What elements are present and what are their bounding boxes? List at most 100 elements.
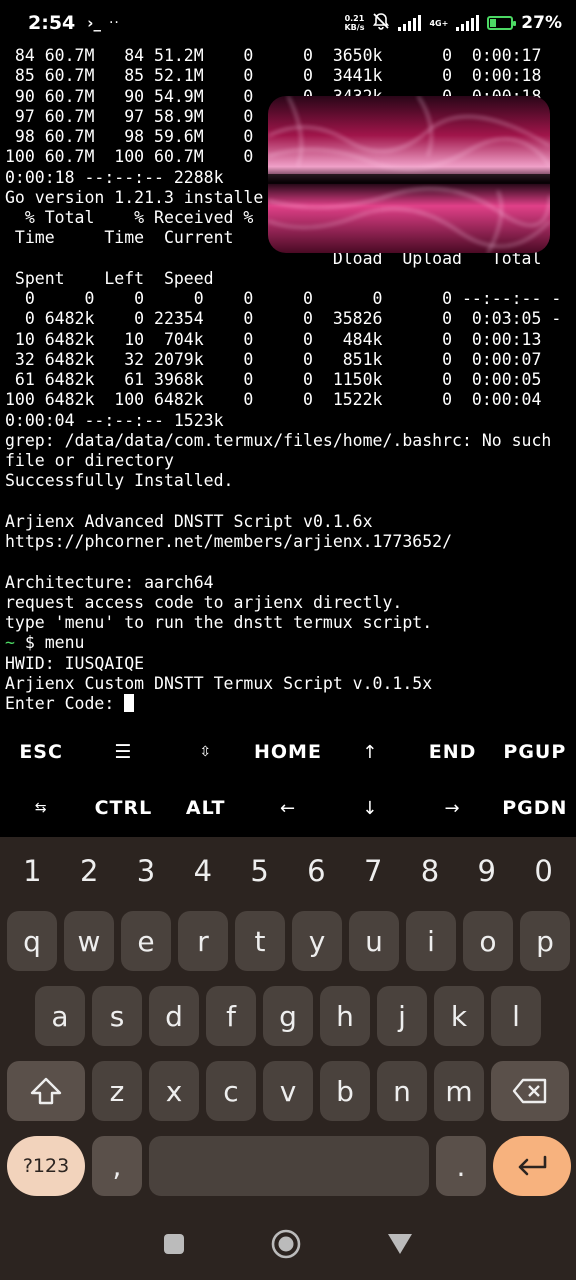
keyboard-row-1: qwertyuiop [7,911,570,971]
key-y[interactable]: y [292,911,342,971]
backspace-key[interactable] [491,1061,569,1121]
backspace-icon [512,1078,547,1104]
key-d[interactable]: d [149,986,199,1046]
esc-key[interactable]: ESC [0,724,82,780]
keyboard-row-3: zxcvbnm [7,1061,569,1121]
key-g[interactable]: g [263,986,313,1046]
key-i[interactable]: i [406,911,456,971]
shift-toggle-key[interactable]: ⇳ [165,724,247,780]
status-time: 2:54 [28,12,76,34]
picture-in-picture-video[interactable] [268,96,550,253]
period-key[interactable]: . [436,1136,486,1196]
terminal-line: 100 6482k 100 6482k 0 0 1522k 0 0:00:04 [5,390,542,410]
prompt-line: ~ $ menu [5,633,576,653]
terminal-line: 85 60.7M 85 52.1M 0 0 3441k 0 0:00:18 [5,66,542,86]
number-key-1[interactable]: 1 [4,837,61,905]
key-h[interactable]: h [320,986,370,1046]
left-arrow-key[interactable]: ← [247,780,329,836]
keyboard-row-4: ?123 , . [7,1136,571,1196]
terminal-line: https://phcorner.net/members/arjienx.177… [5,532,453,551]
key-p[interactable]: p [520,911,570,971]
symbols-key[interactable]: ?123 [7,1136,85,1196]
space-key[interactable] [149,1136,429,1196]
terminal-line: 10 6482k 10 704k 0 0 484k 0 0:00:13 [5,329,542,349]
terminal-line: Successfully Installed. [5,471,234,491]
terminal-line: Spent Left Speed [5,268,214,288]
end-key[interactable]: END [411,724,493,780]
terminal-line: 0 0 0 0 0 0 0 0 --:--:-- - [5,289,562,308]
number-key-0[interactable]: 0 [515,837,572,905]
pgup-key[interactable]: PGUP [494,724,576,780]
key-n[interactable]: n [377,1061,427,1121]
alt-key[interactable]: ALT [165,780,247,836]
right-arrow-key[interactable]: → [411,780,493,836]
key-u[interactable]: u [349,911,399,971]
soft-keyboard: 1234567890 qwertyuiop asdfghjkl zxcvbnm … [0,837,576,1207]
terminal-line: Architecture: aarch64 [5,572,214,592]
terminal-after-lines: HWID: IUSQAIQE Arjienx Custom DNSTT Termu… [5,654,576,695]
terminal-line: file or directory [5,451,174,470]
comma-key[interactable]: , [92,1136,142,1196]
number-key-3[interactable]: 3 [118,837,175,905]
key-k[interactable]: k [434,986,484,1046]
terminal-line: grep: /data/data/com.termux/files/home/.… [5,430,552,450]
number-key-7[interactable]: 7 [345,837,402,905]
number-key-2[interactable]: 2 [61,837,118,905]
key-s[interactable]: s [92,986,142,1046]
back-button-icon[interactable] [387,1233,413,1255]
terminal-line: request access code to arjienx directly. [5,592,403,612]
terminal-notification-icon: ›_ [87,14,101,32]
key-w[interactable]: w [64,911,114,971]
up-arrow-key[interactable]: ↑ [329,724,411,780]
terminal-line: 32 6482k 32 2079k 0 0 851k 0 0:00:07 [5,349,542,369]
home-button-icon[interactable] [270,1228,302,1260]
key-f[interactable]: f [206,986,256,1046]
keyboard-row-3-letters: zxcvbnm [92,1061,484,1121]
key-b[interactable]: b [320,1061,370,1121]
menu-key[interactable]: ☰ [82,724,164,780]
number-key-5[interactable]: 5 [231,837,288,905]
signal-strength-icon [398,15,422,31]
recents-button-icon[interactable] [163,1233,185,1255]
number-key-9[interactable]: 9 [458,837,515,905]
terminal-line: 61 6482k 61 3968k 0 0 1150k 0 0:00:05 [5,370,542,389]
key-r[interactable]: r [178,911,228,971]
number-key-4[interactable]: 4 [174,837,231,905]
key-t[interactable]: t [235,911,285,971]
pgdn-key[interactable]: PGDN [494,780,576,836]
extra-keys-row-2: ⇆ CTRL ALT ← ↓ → PGDN [0,780,576,836]
home-key[interactable]: HOME [247,724,329,780]
tab-key[interactable]: ⇆ [0,780,82,836]
status-bar: 2:54 ›_ ·· 0.21 KB/s 4G+ 27% [0,0,576,46]
key-c[interactable]: c [206,1061,256,1121]
ctrl-key[interactable]: CTRL [82,780,164,836]
navigation-bar [0,1207,576,1280]
more-notifications-icon: ·· [108,15,120,31]
key-q[interactable]: q [7,911,57,971]
number-key-8[interactable]: 8 [402,837,459,905]
key-e[interactable]: e [121,911,171,971]
terminal-line: Arjienx Advanced DNSTT Script v0.1.6x [5,511,373,531]
key-z[interactable]: z [92,1061,142,1121]
network-speed: 0.21 KB/s [344,14,364,32]
battery-fill [490,19,497,27]
key-j[interactable]: j [377,986,427,1046]
input-prompt: Enter Code: [5,694,125,713]
input-line[interactable]: Enter Code: [5,694,576,714]
key-a[interactable]: a [35,986,85,1046]
down-arrow-key[interactable]: ↓ [329,780,411,836]
key-o[interactable]: o [463,911,513,971]
enter-key[interactable] [493,1136,571,1196]
key-x[interactable]: x [149,1061,199,1121]
shift-key[interactable] [7,1061,85,1121]
key-l[interactable]: l [491,986,541,1046]
key-v[interactable]: v [263,1061,313,1121]
network-speed-unit: KB/s [344,23,365,32]
number-row: 1234567890 [0,837,576,905]
battery-icon [487,16,517,30]
terminal-line: 0 6482k 0 22354 0 0 35826 0 0:03:05 - [5,309,562,329]
number-key-6[interactable]: 6 [288,837,345,905]
key-m[interactable]: m [434,1061,484,1121]
